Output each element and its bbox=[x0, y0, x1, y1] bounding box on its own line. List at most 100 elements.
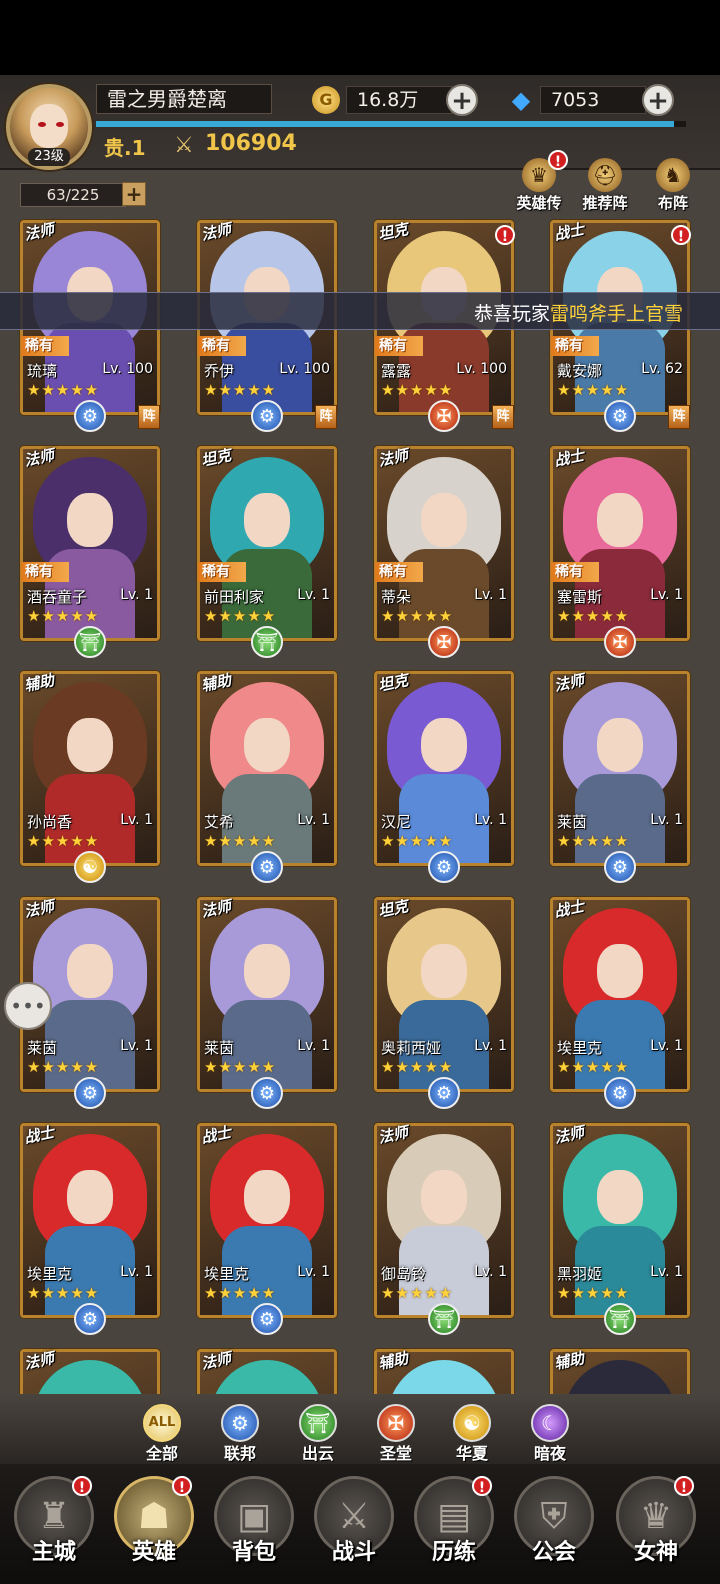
filter-huaxia-icon: ☯ bbox=[453, 1404, 491, 1442]
hero-count: 63/225 bbox=[20, 183, 126, 207]
top-button-label: 布阵 bbox=[657, 194, 688, 212]
filter-lianbang-icon: ⚙ bbox=[221, 1404, 259, 1442]
hero-level: Lv. 100 bbox=[279, 361, 330, 377]
hero-card[interactable]: 辅助 bbox=[374, 1349, 514, 1394]
hero-card[interactable]: 辅助 艾希 Lv. 1 ★★★★★ ⚙ bbox=[197, 671, 337, 883]
hero-level: Lv. 1 bbox=[120, 1038, 153, 1054]
nav-2[interactable]: ▣ 背包 bbox=[212, 1476, 296, 1576]
star-rating: ★★★★★ bbox=[381, 1284, 454, 1302]
top-button-1[interactable]: ⛑ 推荐阵 bbox=[578, 158, 632, 212]
hero-card[interactable]: 坦克 奥莉西娅 Lv. 1 ★★★★★ ⚙ bbox=[374, 897, 514, 1109]
hero-name: 塞雷斯 bbox=[557, 588, 603, 606]
hero-card[interactable]: 法师 bbox=[20, 1349, 160, 1394]
nav-4[interactable]: ▤ 历练! bbox=[412, 1476, 496, 1576]
crossed-swords-icon: ⚔ bbox=[174, 133, 194, 158]
gear-icon: ⚙ bbox=[251, 851, 283, 883]
hero-level: Lv. 1 bbox=[297, 1038, 330, 1054]
ticker-highlight: 雷鸣斧手上官雪 bbox=[550, 303, 684, 325]
add-gems-button[interactable]: + bbox=[642, 84, 674, 116]
hero-level: Lv. 1 bbox=[120, 1264, 153, 1280]
hero-name: 莱茵 bbox=[204, 1039, 235, 1057]
hero-card[interactable]: 法师 御岛铃 Lv. 1 ★★★★★ ⛩ bbox=[374, 1123, 514, 1335]
filter-shengtang-icon: ✠ bbox=[377, 1404, 415, 1442]
hero-card[interactable]: 法师 bbox=[197, 1349, 337, 1394]
alert-badge: ! bbox=[548, 150, 568, 170]
hero-face bbox=[244, 718, 290, 772]
star-rating: ★★★★★ bbox=[27, 832, 100, 850]
nav-1[interactable]: ☗ 英雄! bbox=[112, 1476, 196, 1576]
gear-icon: ⚙ bbox=[428, 851, 460, 883]
hero-card[interactable]: 辅助 bbox=[550, 1349, 690, 1394]
alert-badge: ! bbox=[495, 225, 515, 245]
faction-filter-bar bbox=[0, 1394, 720, 1464]
hero-name: 前田利家 bbox=[204, 588, 265, 606]
hero-name: 蒂朵 bbox=[381, 588, 412, 606]
hero-face bbox=[244, 944, 290, 998]
player-name: 雷之男爵楚离 bbox=[96, 84, 272, 114]
top-button-0[interactable]: ♛ 英雄传! bbox=[512, 150, 568, 212]
gold-coin-icon: G bbox=[312, 86, 340, 114]
hero-name: 埃里克 bbox=[557, 1039, 603, 1057]
gear-icon: ⚙ bbox=[251, 1303, 283, 1335]
hero-card[interactable]: 坦克 汉尼 Lv. 1 ★★★★★ ⚙ bbox=[374, 671, 514, 883]
filter-chuyun[interactable]: ⛩ 出云 bbox=[290, 1404, 346, 1464]
top-button-2[interactable]: ♞ 布阵 bbox=[646, 158, 700, 212]
hero-card[interactable]: 坦克 稀有 前田利家 Lv. 1 ★★★★★ ⛩ bbox=[197, 446, 337, 658]
add-gold-button[interactable]: + bbox=[446, 84, 478, 116]
hero-level: Lv. 62 bbox=[641, 361, 683, 377]
hero-name: 莱茵 bbox=[557, 813, 588, 831]
hero-face bbox=[597, 718, 643, 772]
hero-card[interactable]: 辅助 孙尚香 Lv. 1 ★★★★★ ☯ bbox=[20, 671, 160, 883]
hero-card[interactable]: 法师 稀有 蒂朵 Lv. 1 ★★★★★ ✠ bbox=[374, 446, 514, 658]
hero-card[interactable]: 法师 稀有 酒吞童子 Lv. 1 ★★★★★ ⛩ bbox=[20, 446, 160, 658]
filter-chuyun-icon: ⛩ bbox=[299, 1404, 337, 1442]
rarity-tag: 稀有 bbox=[198, 562, 246, 582]
hero-card[interactable]: 法师 莱茵 Lv. 1 ★★★★★ ⚙ bbox=[550, 671, 690, 883]
hero-name: 露露 bbox=[381, 362, 412, 380]
hero-face bbox=[597, 1170, 643, 1224]
hero-name: 莱茵 bbox=[27, 1039, 58, 1057]
filter-huaxia[interactable]: ☯ 华夏 bbox=[444, 1404, 500, 1464]
hero-face bbox=[67, 493, 113, 547]
nav-5[interactable]: ⛨ 公会 bbox=[512, 1476, 596, 1576]
hero-name: 艾希 bbox=[204, 813, 235, 831]
filter-lianbang[interactable]: ⚙ 联邦 bbox=[212, 1404, 268, 1464]
hero-name: 汉尼 bbox=[381, 813, 412, 831]
nav-0[interactable]: ♜ 主城! bbox=[12, 1476, 96, 1576]
announcement-ticker: 恭喜玩家雷鸣斧手上官雪 bbox=[0, 292, 720, 330]
combat-power: 106904 bbox=[205, 131, 297, 156]
nav-3[interactable]: ⚔ 战斗 bbox=[312, 1476, 396, 1576]
chat-bubble-button[interactable]: ••• bbox=[4, 982, 52, 1030]
filter-label: 全部 bbox=[145, 1444, 178, 1463]
gem-amount: 7053 bbox=[540, 86, 646, 114]
filter-anye[interactable]: ☾ 暗夜 bbox=[522, 1404, 578, 1464]
hero-level: Lv. 1 bbox=[474, 812, 507, 828]
alert-badge: ! bbox=[671, 225, 691, 245]
hero-level: Lv. 1 bbox=[474, 1264, 507, 1280]
hero-card[interactable]: 战士 埃里克 Lv. 1 ★★★★★ ⚙ bbox=[197, 1123, 337, 1335]
hero-card[interactable]: 法师 莱茵 Lv. 1 ★★★★★ ⚙ bbox=[197, 897, 337, 1109]
gear-icon: ⚙ bbox=[604, 1077, 636, 1109]
rarity-tag: 稀有 bbox=[375, 562, 423, 582]
star-rating: ★★★★★ bbox=[27, 1284, 100, 1302]
filter-anye-icon: ☾ bbox=[531, 1404, 569, 1442]
star-rating: ★★★★★ bbox=[27, 1058, 100, 1076]
hero-card[interactable]: 战士 埃里克 Lv. 1 ★★★★★ ⚙ bbox=[20, 1123, 160, 1335]
gear-icon: ⚙ bbox=[604, 851, 636, 883]
star-rating: ★★★★★ bbox=[381, 607, 454, 625]
hero-card[interactable]: 战士 埃里克 Lv. 1 ★★★★★ ⚙ bbox=[550, 897, 690, 1109]
nav-6[interactable]: ♛ 女神! bbox=[614, 1476, 698, 1576]
hero-card[interactable]: 法师 黑羽姬 Lv. 1 ★★★★★ ⛩ bbox=[550, 1123, 690, 1335]
knight-icon: ♞ bbox=[656, 158, 690, 192]
hero-face bbox=[67, 944, 113, 998]
hero-name: 琉璃 bbox=[27, 362, 58, 380]
gear-icon: ⚙ bbox=[251, 400, 283, 432]
filter-shengtang[interactable]: ✠ 圣堂 bbox=[368, 1404, 424, 1464]
lineup-tag: 阵 bbox=[492, 405, 514, 429]
alert-badge: ! bbox=[72, 1476, 92, 1496]
hero-card[interactable]: 战士 稀有 塞雷斯 Lv. 1 ★★★★★ ✠ bbox=[550, 446, 690, 658]
filter-all[interactable]: ALL 全部 bbox=[134, 1404, 190, 1464]
torii-icon: ⛩ bbox=[604, 1303, 636, 1335]
expand-slots-button[interactable]: + bbox=[122, 182, 146, 206]
rarity-tag: 稀有 bbox=[375, 336, 423, 356]
